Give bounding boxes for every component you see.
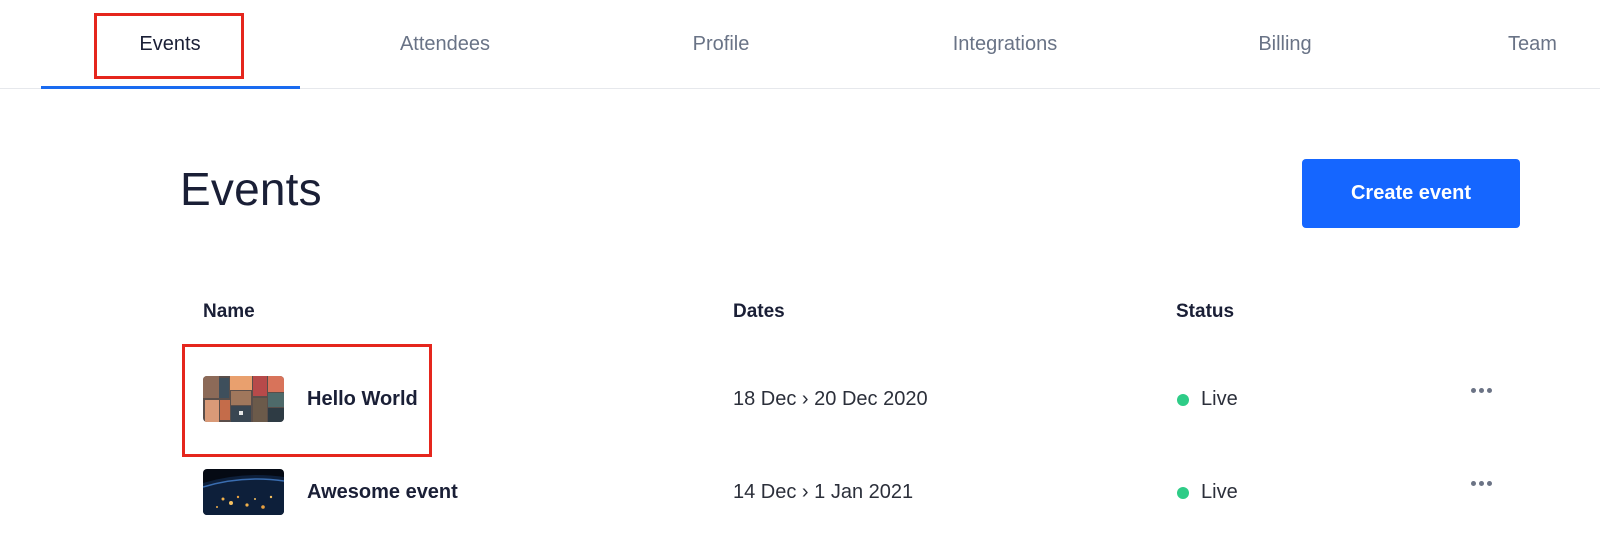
tab-bar: Events Attendees Profile Integrations Bi…: [0, 0, 1600, 89]
earth-at-night-photo-icon: [203, 469, 284, 515]
status-badge: Live: [1177, 481, 1238, 504]
tab-attendees[interactable]: Attendees: [370, 0, 520, 89]
page-title: Events: [180, 163, 322, 215]
tab-integrations[interactable]: Integrations: [920, 0, 1090, 89]
tab-billing[interactable]: Billing: [1210, 0, 1360, 89]
suitcases-photo-icon: [203, 376, 284, 422]
table-row[interactable]: Hello World 18 Dec › 20 Dec 2020 Live: [203, 376, 1503, 422]
event-dates: 14 Dec › 1 Jan 2021: [733, 481, 914, 503]
more-options-icon[interactable]: [1461, 378, 1501, 402]
event-thumbnail: [203, 376, 284, 422]
status-badge: Live: [1177, 388, 1238, 411]
column-header-status: Status: [1176, 301, 1235, 322]
active-tab-indicator: [41, 86, 300, 89]
status-dot-icon: [1177, 393, 1189, 406]
event-dates: 18 Dec › 20 Dec 2020: [733, 388, 928, 410]
tab-team[interactable]: Team: [1470, 0, 1600, 89]
tab-profile[interactable]: Profile: [646, 0, 796, 89]
status-dot-icon: [1177, 486, 1189, 499]
event-name[interactable]: Hello World: [307, 388, 418, 411]
status-label: Live: [1201, 388, 1238, 410]
event-name[interactable]: Awesome event: [307, 481, 458, 504]
status-label: Live: [1201, 481, 1238, 503]
tab-events[interactable]: Events: [95, 0, 245, 89]
create-event-button[interactable]: Create event: [1302, 159, 1520, 228]
table-row[interactable]: Awesome event 14 Dec › 1 Jan 2021 Live: [203, 469, 1503, 515]
column-header-name: Name: [203, 301, 255, 322]
column-header-dates: Dates: [733, 301, 785, 322]
more-options-icon[interactable]: [1461, 471, 1501, 495]
event-thumbnail: [203, 469, 284, 515]
